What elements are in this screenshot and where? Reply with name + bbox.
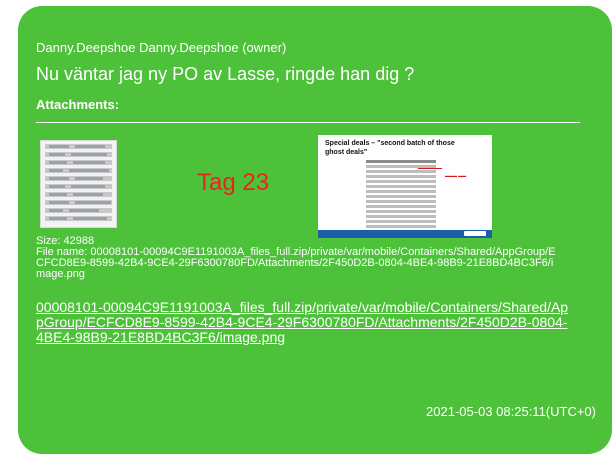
attachments-heading: Attachments: xyxy=(36,97,120,112)
slide-table xyxy=(366,160,436,235)
attachment-file-name: File name: 00008101-00094C9E1191003A_fil… xyxy=(36,246,556,280)
message-timestamp: 2021-05-03 08:25:11(UTC+0) xyxy=(426,404,596,419)
slide-annotation: ▬▬▬ ▬▬ xyxy=(445,173,467,178)
slide-arrow xyxy=(418,168,442,169)
slide-title: Special deals – "second batch of those g… xyxy=(325,140,455,156)
sender-name: Danny.Deepshoe Danny.Deepshoe (owner) xyxy=(36,40,287,55)
attachment-thumbnail-table[interactable] xyxy=(40,140,117,228)
message-text: Nu väntar jag ny PO av Lasse, ringde han… xyxy=(36,64,415,84)
tag-label: Tag 23 xyxy=(197,169,270,196)
attachment-meta: Size: 42988 File name: 00008101-00094C9E… xyxy=(36,236,556,280)
attachment-link[interactable]: 00008101-00094C9E1191003A_files_full.zip… xyxy=(36,300,572,345)
divider xyxy=(36,122,580,123)
attachment-thumbnail-slide[interactable]: Special deals – "second batch of those g… xyxy=(318,135,492,238)
